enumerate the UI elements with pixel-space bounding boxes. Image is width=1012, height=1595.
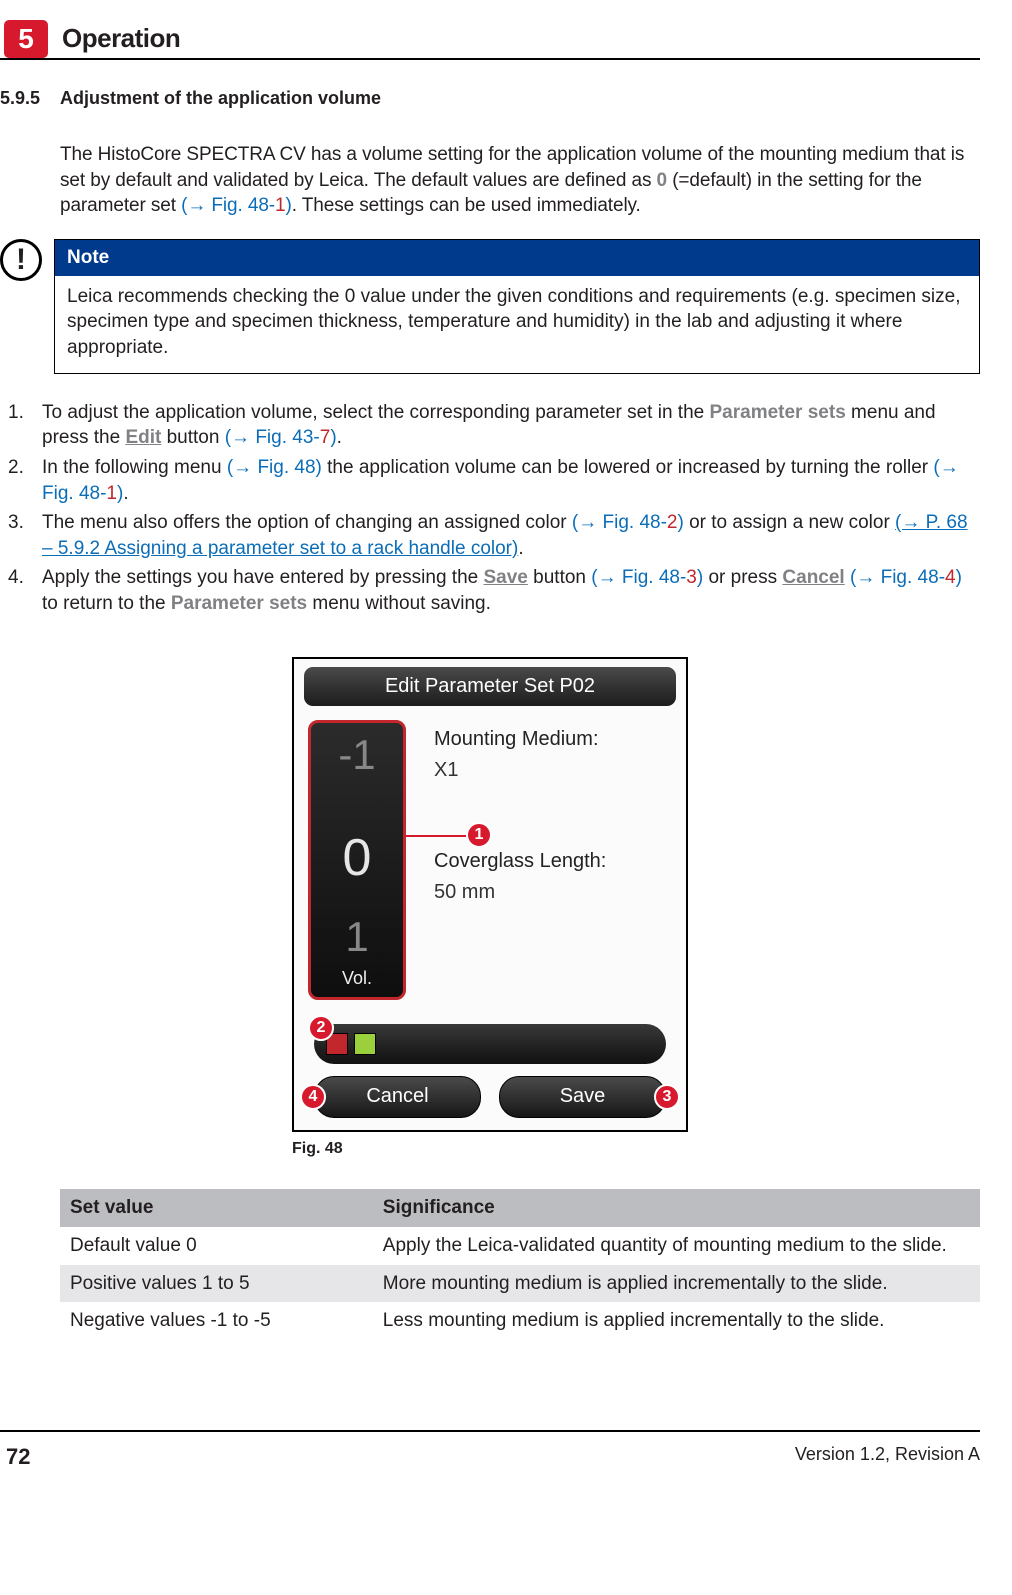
- chapter-title: Operation: [62, 20, 180, 58]
- callout-3: 3: [654, 1084, 680, 1110]
- fig-ref: (→ Fig. 48‑1): [181, 195, 292, 216]
- page-number: 72: [6, 1442, 30, 1472]
- roller-value-current: 0: [311, 823, 403, 893]
- mounting-medium-value: X1: [434, 757, 606, 784]
- intro-paragraph: The HistoCore SPECTRA CV has a volume se…: [60, 142, 980, 219]
- fig-ref: (→ Fig. 48‑4): [850, 567, 962, 588]
- section-heading: 5.9.5 Adjustment of the application volu…: [0, 86, 980, 110]
- callout-4: 4: [300, 1084, 326, 1110]
- step-1: To adjust the application volume, select…: [0, 400, 980, 451]
- fig-ref: (→ Fig. 48‑3): [591, 567, 703, 588]
- table-header-significance: Significance: [373, 1189, 980, 1227]
- save-button[interactable]: Save: [499, 1076, 666, 1118]
- significance-table: Set value Significance Default value 0 A…: [60, 1189, 980, 1340]
- table-header-set-value: Set value: [60, 1189, 373, 1227]
- callout-1: 1: [466, 822, 492, 848]
- device-title: Edit Parameter Set P02: [304, 667, 676, 706]
- note-box: Note Leica recommends checking the 0 val…: [54, 239, 980, 374]
- fig-ref: (→ Fig. 48‑2): [572, 512, 684, 533]
- callout-2: 2: [308, 1015, 334, 1041]
- color-assign-bar[interactable]: [314, 1024, 666, 1064]
- step-2: In the following menu (→ Fig. 48) the ap…: [0, 455, 980, 506]
- page-footer: 72 Version 1.2, Revision A: [0, 1430, 980, 1472]
- note-body: Leica recommends checking the 0 value un…: [55, 276, 979, 373]
- default-zero: 0: [657, 170, 667, 191]
- coverglass-length-value: 50 mm: [434, 879, 606, 906]
- color-swatch-green[interactable]: [354, 1033, 376, 1055]
- volume-roller[interactable]: -1 0 1 Vol.: [308, 720, 406, 1000]
- chapter-number-badge: 5: [4, 20, 48, 58]
- table-row: Default value 0 Apply the Leica-validate…: [60, 1227, 980, 1265]
- cancel-button[interactable]: Cancel: [314, 1076, 481, 1118]
- steps-list: To adjust the application volume, select…: [0, 400, 980, 617]
- note-title: Note: [55, 240, 979, 276]
- fig-ref: (→ Fig. 43‑7): [225, 427, 337, 448]
- roller-value-next: 1: [311, 909, 403, 966]
- roller-value-prev: -1: [311, 727, 403, 784]
- figure-caption: Fig. 48: [292, 1138, 688, 1160]
- mounting-medium-label: Mounting Medium:: [434, 726, 606, 753]
- figure-48: Edit Parameter Set P02 -1 0 1 Vol. Mount…: [292, 657, 688, 1132]
- note-icon: !: [0, 239, 42, 281]
- table-row: Negative values -1 to -5 Less mounting m…: [60, 1302, 980, 1340]
- fig-ref: (→ Fig. 48): [227, 457, 322, 478]
- step-3: The menu also offers the option of chang…: [0, 510, 980, 561]
- note-block: ! Note Leica recommends checking the 0 v…: [0, 239, 980, 374]
- coverglass-length-label: Coverglass Length:: [434, 848, 606, 875]
- step-4: Apply the settings you have entered by p…: [0, 565, 980, 616]
- version-string: Version 1.2, Revision A: [795, 1442, 980, 1472]
- roller-label: Vol.: [311, 966, 403, 990]
- page-header: 5 Operation: [0, 20, 980, 60]
- table-row: Positive values 1 to 5 More mounting med…: [60, 1265, 980, 1303]
- section-title: Adjustment of the application volume: [60, 86, 381, 110]
- section-number: 5.9.5: [0, 86, 60, 110]
- callout-line-1: [406, 835, 468, 837]
